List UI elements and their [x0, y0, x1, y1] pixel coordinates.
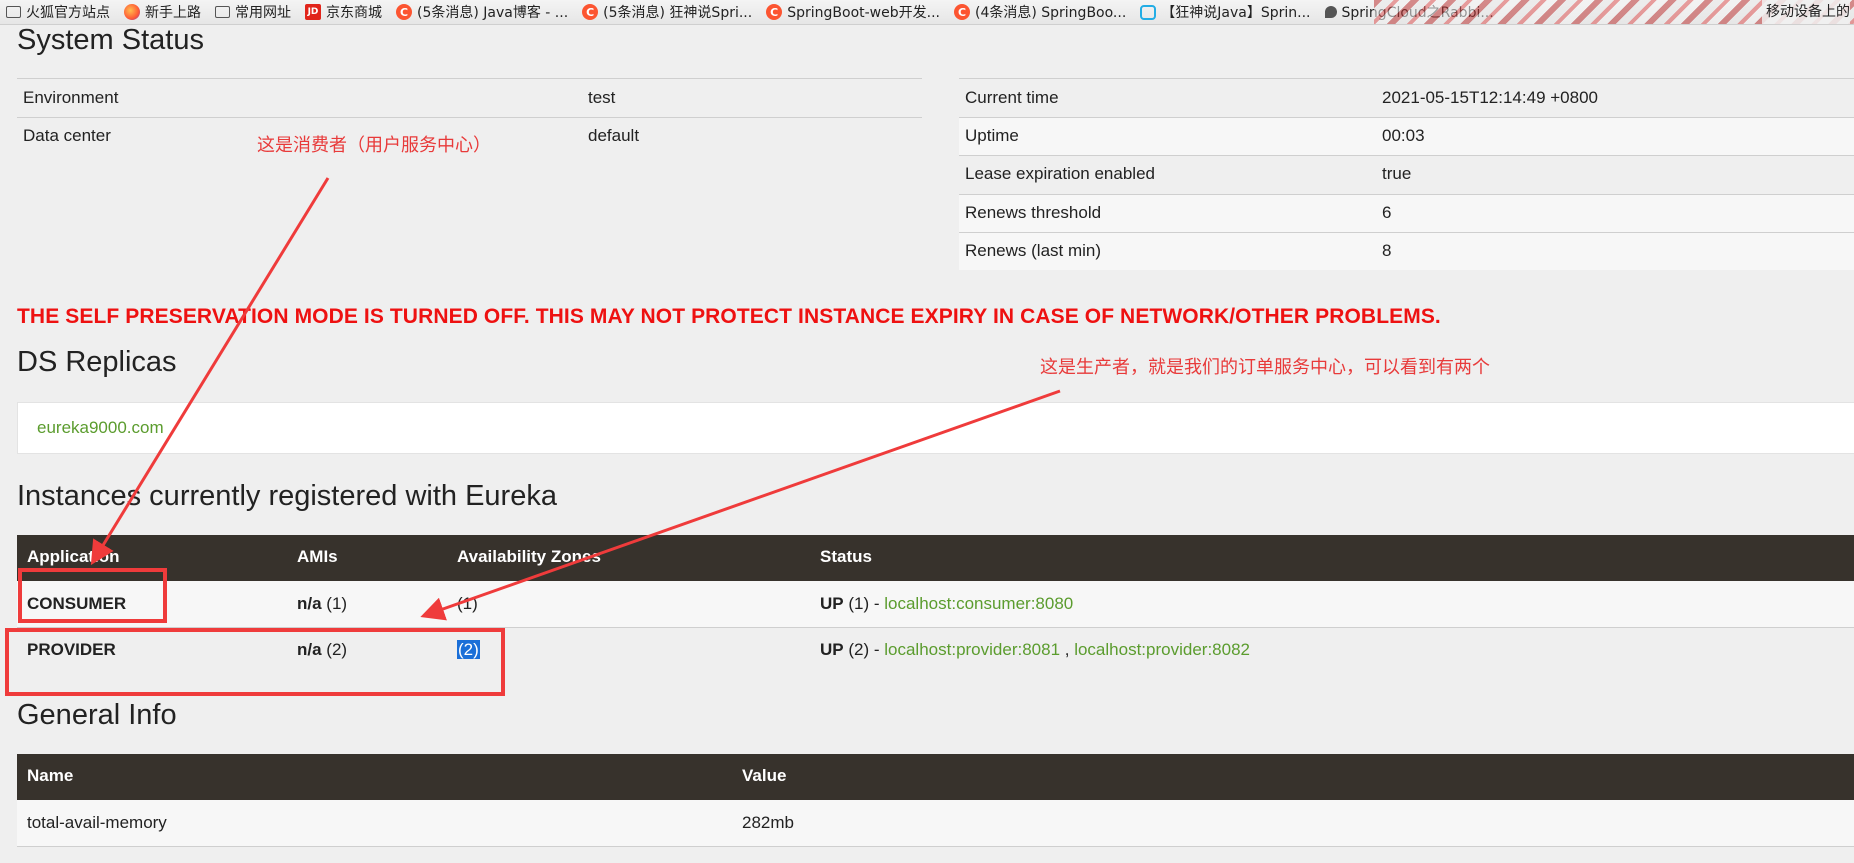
amis-cell: n/a (1)	[297, 594, 347, 614]
current-time-value: 2021-05-15T12:14:49 +0800	[1382, 88, 1598, 107]
system-status-title: System Status	[17, 24, 204, 56]
zones-cell: (1)	[457, 594, 478, 613]
status-cell: UP (2) - localhost:provider:8081 , local…	[820, 640, 1250, 660]
col-application[interactable]: Application	[27, 547, 120, 567]
bookmark-item[interactable]: 常用网址	[209, 0, 299, 24]
replica-link[interactable]: eureka9000.com	[37, 418, 164, 438]
pin-icon	[1324, 6, 1337, 18]
status-up: UP	[820, 640, 844, 659]
renews-threshold-value: 6	[1382, 203, 1392, 222]
general-info-table-header: Name Value	[17, 754, 1854, 800]
col-status[interactable]: Status	[820, 547, 872, 567]
bookmark-item[interactable]: JD 京东商城	[299, 0, 390, 24]
csdn-icon: C	[766, 4, 783, 20]
bookmark-item[interactable]: C (4条消息) SpringBoo...	[948, 0, 1134, 24]
col-amis[interactable]: AMIs	[297, 547, 338, 567]
bookmark-item[interactable]: C (5条消息) Java博客 - ...	[390, 0, 576, 24]
bookmark-item[interactable]: 火狐官方站点	[0, 0, 118, 24]
replicas-box: eureka9000.com	[17, 402, 1854, 454]
firefox-icon	[124, 4, 140, 20]
mobile-bookmarks[interactable]: 移动设备上的	[1762, 0, 1850, 24]
col-name: Name	[27, 766, 74, 785]
csdn-icon: C	[582, 4, 599, 20]
bookmark-label: 常用网址	[235, 5, 291, 21]
amis-count: (1)	[326, 594, 348, 613]
table-row	[17, 800, 1854, 846]
uptime-label: Uptime	[965, 126, 1019, 145]
bookmark-item[interactable]: C (5条消息) 狂神说Spri...	[576, 0, 760, 24]
consumer-highlight-box	[18, 568, 167, 623]
status-count: (1) -	[848, 594, 885, 613]
renews-last-min-value: 8	[1382, 241, 1392, 260]
table-border	[17, 78, 922, 79]
folder-icon	[215, 6, 230, 18]
status-up: UP	[820, 594, 844, 613]
self-preservation-warning: THE SELF PRESERVATION MODE IS TURNED OFF…	[17, 305, 1441, 328]
status-count: (2) -	[848, 640, 885, 659]
datacenter-label: Data center	[23, 126, 111, 145]
instances-table-header: Application AMIs Availability Zones Stat…	[17, 535, 1854, 581]
instance-link[interactable]: localhost:provider:8081	[884, 640, 1060, 659]
uptime-value: 00:03	[1382, 126, 1425, 145]
instances-title: Instances currently registered with Eure…	[17, 480, 557, 512]
lease-value: true	[1382, 164, 1412, 183]
bookmark-label: 【狂神说Java】Sprin...	[1161, 5, 1311, 21]
bookmark-label: 火狐官方站点	[26, 5, 110, 21]
datacenter-value: default	[588, 126, 640, 145]
jd-icon: JD	[305, 4, 321, 20]
bilibili-icon	[1140, 4, 1157, 20]
table-border	[959, 155, 1854, 156]
renews-threshold-label: Renews threshold	[965, 203, 1102, 222]
info-name: total-avail-memory	[27, 813, 167, 832]
bookmark-label: 京东商城	[326, 5, 382, 21]
col-value: Value	[742, 766, 787, 785]
bookmark-label: 新手上路	[145, 5, 201, 21]
instance-link[interactable]: localhost:provider:8082	[1074, 640, 1250, 659]
bookmark-label: (5条消息) 狂神说Spri...	[603, 5, 753, 21]
table-border	[959, 232, 1854, 233]
current-time-label: Current time	[965, 88, 1059, 107]
table-border	[959, 194, 1854, 195]
bookmark-item[interactable]: C SpringBoot-web开发...	[760, 0, 948, 24]
folder-icon	[6, 6, 21, 18]
table-border	[959, 78, 1854, 79]
renews-last-min-label: Renews (last min)	[965, 241, 1102, 260]
instance-link[interactable]: localhost:consumer:8080	[884, 594, 1073, 613]
bookmark-label: (4条消息) SpringBoo...	[974, 5, 1127, 21]
csdn-icon: C	[396, 4, 412, 20]
table-border	[17, 846, 1854, 847]
consumer-annotation: 这是消费者（用户服务中心）	[257, 135, 491, 156]
env-value: test	[588, 88, 616, 107]
bookmark-label: SpringBoot-web开发...	[787, 5, 940, 21]
amis-na: n/a	[297, 594, 322, 613]
env-label: Environment	[23, 88, 119, 107]
provider-annotation: 这是生产者，就是我们的订单服务中心，可以看到有两个	[1040, 357, 1490, 378]
link-separator: ,	[1060, 640, 1075, 659]
table-border	[17, 117, 922, 118]
status-cell: UP (1) - localhost:consumer:8080	[820, 594, 1073, 614]
csdn-icon: C	[953, 4, 970, 20]
table-border	[959, 117, 1854, 118]
bookmark-item[interactable]: 【狂神说Java】Sprin...	[1134, 0, 1318, 24]
bookmarks-bar: 火狐官方站点 新手上路 常用网址 JD 京东商城 C (5条消息) Java博客 -…	[0, 0, 1854, 25]
col-availability-zones[interactable]: Availability Zones	[457, 547, 601, 567]
bookmark-label: (5条消息) Java博客 - ...	[417, 5, 569, 21]
bookmark-item[interactable]: 新手上路	[118, 0, 209, 24]
provider-highlight-box	[5, 628, 505, 696]
general-info-title: General Info	[17, 699, 177, 731]
lease-label: Lease expiration enabled	[965, 164, 1155, 183]
ds-replicas-title: DS Replicas	[17, 346, 177, 378]
info-value: 282mb	[742, 813, 794, 832]
